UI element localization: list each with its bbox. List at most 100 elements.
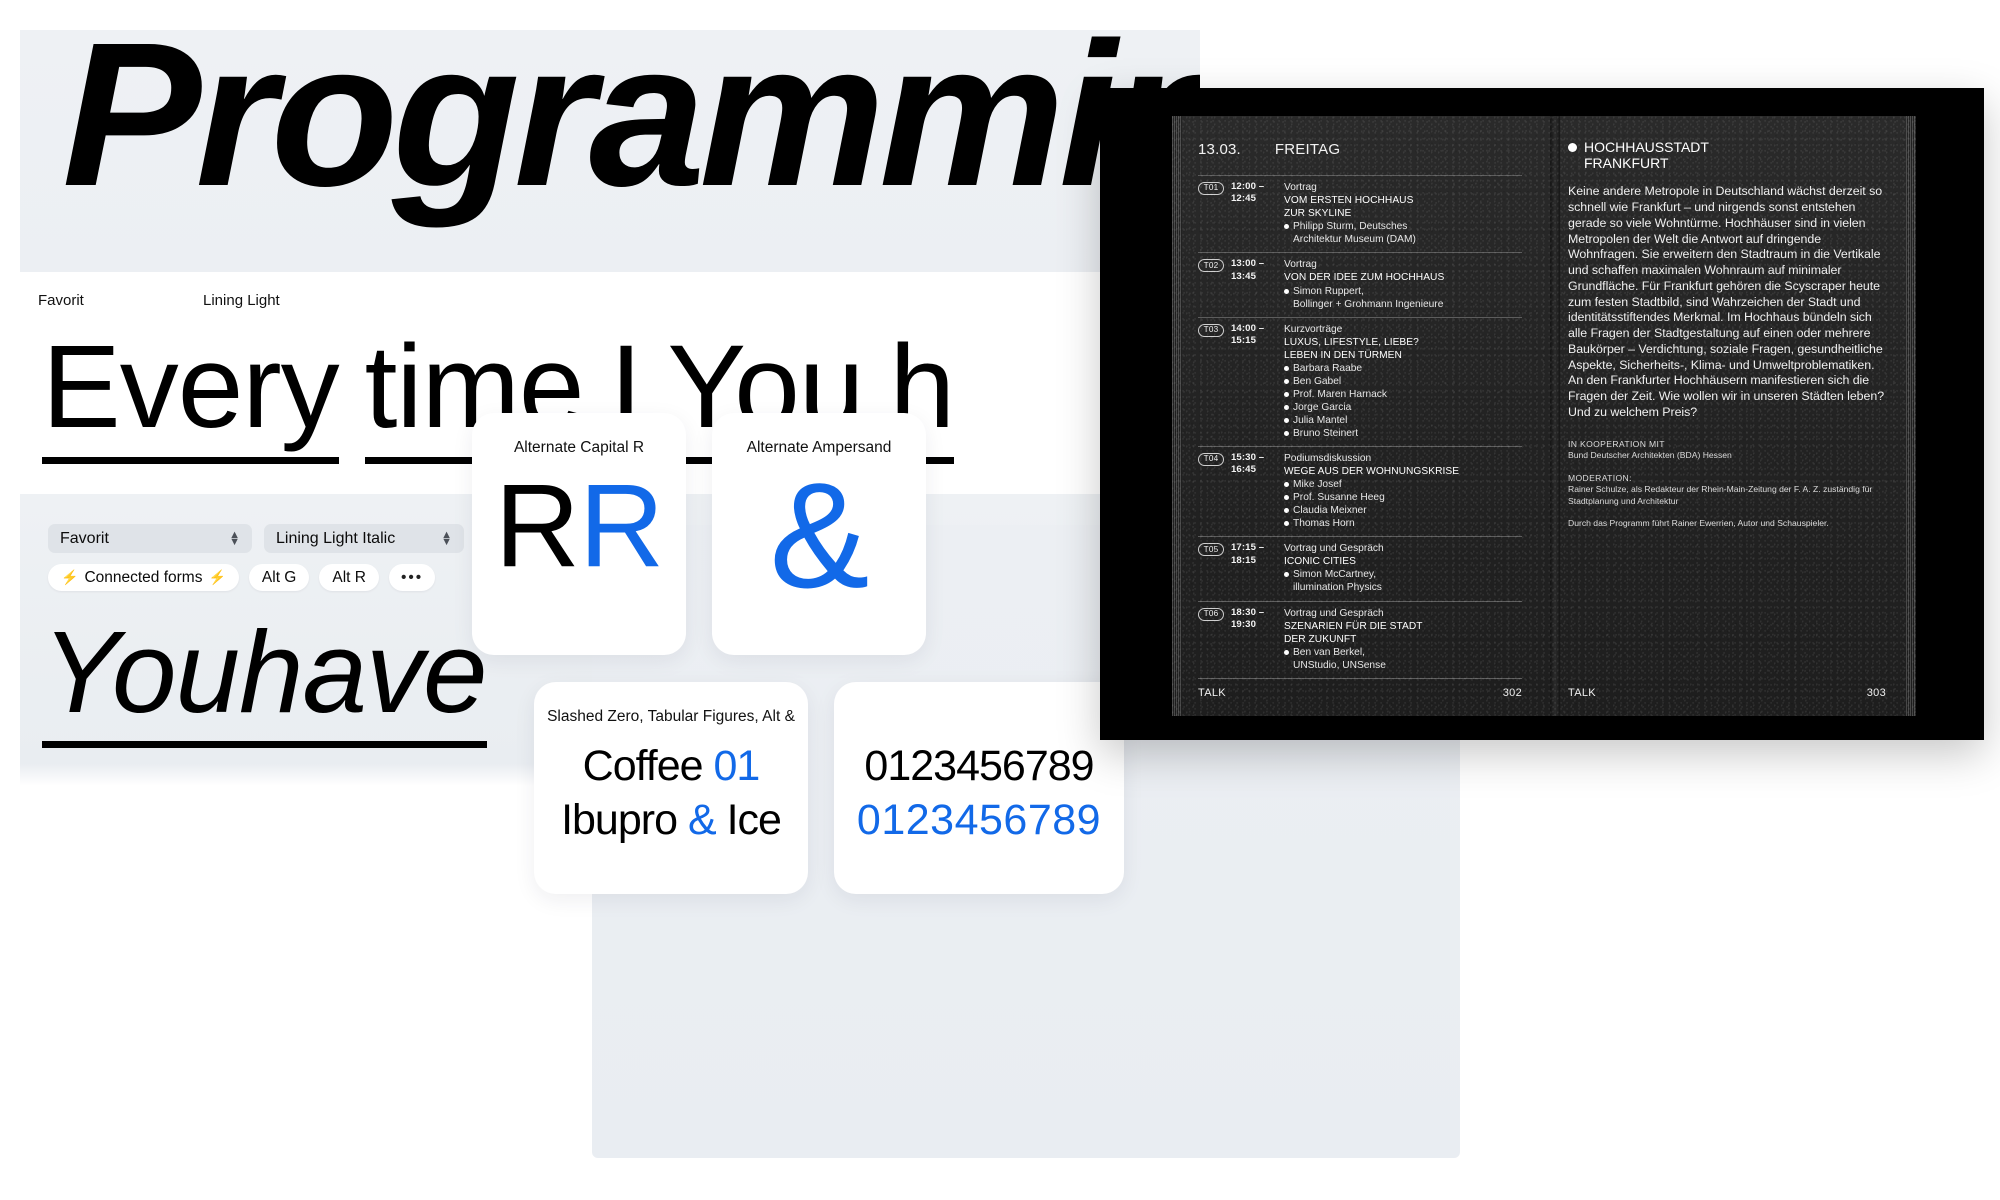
section-label: TALK <box>1568 686 1596 699</box>
bullet-icon <box>1284 482 1289 488</box>
page-header: 13.03. FREITAG <box>1198 140 1522 159</box>
sample-alt-ampersand: & <box>687 795 717 844</box>
schedule-speaker-name: Philipp Sturm, Deutsches <box>1293 221 1408 233</box>
article-credits: IN KOOPERATION MIT Bund Deutscher Archite… <box>1568 439 1886 530</box>
specimen-stage: Programming Favorit Lining Light Everyti… <box>0 0 2000 1200</box>
schedule-item-title: VOM ERSTEN HOCHHAUS <box>1284 195 1414 207</box>
book-left-page: 13.03. FREITAG T01 12:00 –12:45 Vortrag VOM… <box>1172 116 1544 716</box>
feature-card-slashed-zero[interactable]: Slashed Zero, Tabular Figures, Alt & Cof… <box>534 682 808 894</box>
bolt-icon-left: ⚡ <box>61 569 79 585</box>
schedule-item-body: Vortrag und Gespräch SZENARIEN FÜR DIE ST… <box>1284 607 1522 672</box>
feature-card-caption: Slashed Zero, Tabular Figures, Alt & <box>547 708 795 725</box>
schedule-item-body: Kurzvorträge LUXUS, LIFESTYLE, LIEBE? LEBE… <box>1284 323 1522 440</box>
schedule-item-title: LUXUS, LIFESTYLE, LIEBE? <box>1284 336 1419 348</box>
schedule-speaker: Prof. Maren Harnack <box>1284 388 1522 401</box>
specimen-word-1: Every <box>42 321 340 464</box>
feature-card-alt-capital-r[interactable]: Alternate Capital R RR <box>472 413 686 655</box>
bullet-icon <box>1284 224 1289 230</box>
credit-key: MODERATION: <box>1568 472 1632 483</box>
heading-line-1: HOCHHAUSSTADT <box>1584 139 1709 155</box>
schedule-speaker: Mike Josef <box>1284 478 1522 491</box>
schedule-item-kind: Podiumsdiskussion <box>1284 453 1372 465</box>
chevron-updown-icon: ▲ ▼ <box>441 528 452 548</box>
schedule-item: T03 14:00 –15:15 Kurzvorträge LUXUS, LIFEST… <box>1198 316 1522 446</box>
schedule-item-title: ZUR SKYLINE <box>1284 208 1352 220</box>
font-family-select[interactable]: Favorit ▲ ▼ <box>48 524 252 553</box>
bullet-icon <box>1284 378 1289 384</box>
bullet-icon <box>1284 521 1289 527</box>
schedule-item-title: DER ZUKUNFT <box>1284 633 1357 645</box>
numerals-lining: 0123456789 <box>864 742 1094 790</box>
feature-tag-connected-forms[interactable]: ⚡ Connected forms ⚡ <box>48 564 239 591</box>
feature-card-alt-ampersand[interactable]: Alternate Ampersand & <box>712 413 926 655</box>
schedule-list: T01 12:00 –12:45 Vortrag VOM ERSTEN HOCHHAU… <box>1198 175 1522 679</box>
schedule-item-time: 12:00 –12:45 <box>1231 181 1265 205</box>
schedule-speaker-affiliation: Architektur Museum (DAM) <box>1293 234 1416 246</box>
schedule-item-time: 17:15 –18:15 <box>1231 542 1265 566</box>
page-number: 303 <box>1866 686 1886 699</box>
feature-card-glyphs: Coffee 01 Ibupro & Ice <box>534 740 808 848</box>
hero-headline: Programming <box>62 30 1200 229</box>
glyph-default-r: R <box>494 460 580 592</box>
glyph-alternate-r: R <box>579 460 664 592</box>
schedule-item-kind: Vortrag <box>1284 182 1317 194</box>
bullet-icon <box>1284 391 1289 397</box>
schedule-item: T02 13:00 –13:45 Vortrag VON DER IDEE ZUM H… <box>1198 252 1522 316</box>
schedule-speaker: Bruno Steinert <box>1284 427 1522 440</box>
book-spread-photo: 13.03. FREITAG T01 12:00 –12:45 Vortrag VOM… <box>1100 88 1984 740</box>
article-heading-text: HOCHHAUSSTADT FRANKFURT <box>1584 139 1709 171</box>
schedule-item: T05 17:15 –18:15 Vortrag und Gespräch ICONI… <box>1198 536 1522 600</box>
bullet-icon <box>1568 143 1577 152</box>
credit-value: Durch das Programm führt Rainer Ewerrien… <box>1568 518 1829 529</box>
schedule-speaker-name: Barbara Raabe <box>1293 362 1363 374</box>
font-style-select[interactable]: Lining Light Italic ▲ ▼ <box>264 524 464 553</box>
feature-card-numerals[interactable]: 0123456789 0123456789 <box>834 682 1124 894</box>
schedule-speaker-name: Ben van Berkel, <box>1293 646 1365 658</box>
credit-key: IN KOOPERATION MIT <box>1568 438 1665 449</box>
schedule-speaker: Thomas Horn <box>1284 517 1522 530</box>
schedule-item-title: LEBEN IN DEN TÜRMEN <box>1284 349 1402 361</box>
schedule-item: T01 12:00 –12:45 Vortrag VOM ERSTEN HOCHHAU… <box>1198 175 1522 252</box>
schedule-item-code: T02 <box>1198 259 1224 273</box>
schedule-item-title: SZENARIEN FÜR DIE STADT <box>1284 620 1423 632</box>
schedule-item-code: T04 <box>1198 453 1224 467</box>
schedule-speaker: Philipp Sturm, Deutsches <box>1284 220 1522 233</box>
sample-figures-01: 01 <box>713 742 761 790</box>
bolt-icon-right: ⚡ <box>208 569 226 585</box>
font-style-label: Lining Light <box>203 292 280 309</box>
schedule-speaker-name: Mike Josef <box>1293 479 1342 491</box>
feature-tag-label: Alt G <box>261 568 297 586</box>
schedule-speaker: Prof. Susanne Heeg <box>1284 491 1522 504</box>
specimen-text-italic: Youhave <box>42 604 488 748</box>
schedule-speaker-name: Simon Ruppert, <box>1293 285 1364 297</box>
sample-line-1: Coffee 01 <box>534 740 808 794</box>
schedule-item-code: T06 <box>1198 607 1224 621</box>
schedule-speaker-name: Julia Mantel <box>1293 414 1348 426</box>
credit-block: MODERATION: Rainer Schulze, als Redakteur… <box>1568 473 1886 508</box>
schedule-weekday: FREITAG <box>1274 141 1341 158</box>
more-features-button[interactable]: ••• <box>388 564 436 591</box>
schedule-item-time: 14:00 –15:15 <box>1231 322 1265 346</box>
bullet-icon <box>1284 404 1289 410</box>
article-heading: HOCHHAUSSTADT FRANKFURT <box>1568 139 1886 171</box>
schedule-item-body: Vortrag und Gespräch ICONIC CITIES Simon M… <box>1284 542 1522 594</box>
schedule-item-kind: Vortrag und Gespräch <box>1284 543 1384 555</box>
article-body: Keine andere Metropole in Deutschland wä… <box>1568 184 1885 419</box>
feature-card-glyphs: RR <box>472 464 686 589</box>
bullet-icon <box>1284 649 1289 655</box>
credit-block: Durch das Programm führt Rainer Ewerrien… <box>1568 518 1886 530</box>
feature-card-glyphs: & <box>712 456 926 615</box>
feature-tag-alt-g[interactable]: Alt G <box>248 564 310 591</box>
schedule-date: 13.03. <box>1198 141 1241 158</box>
schedule-item-kind: Kurzvorträge <box>1284 323 1343 335</box>
feature-tag-alt-r[interactable]: Alt R <box>319 564 379 591</box>
opentype-feature-tags: ⚡ Connected forms ⚡ Alt G Alt R ••• <box>48 564 436 591</box>
chevron-updown-icon: ▲ ▼ <box>229 528 240 548</box>
glyph-alternate-ampersand: & <box>769 451 869 619</box>
sample-word-coffee: Coffee <box>582 742 714 790</box>
credit-block: IN KOOPERATION MIT Bund Deutscher Archite… <box>1568 439 1886 462</box>
sample-word-ibupro: Ibupro <box>561 795 688 844</box>
book-pages: 13.03. FREITAG T01 12:00 –12:45 Vortrag VOM… <box>1172 116 1916 716</box>
schedule-speaker-name: Thomas Horn <box>1293 518 1355 530</box>
schedule-speaker: Simon McCartney, <box>1284 568 1522 581</box>
